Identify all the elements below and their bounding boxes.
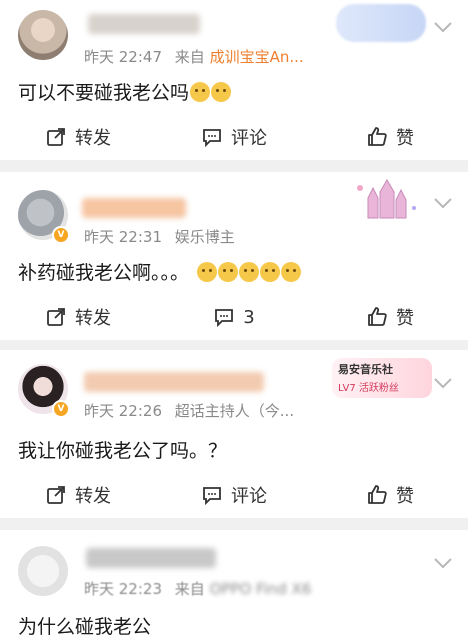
comment-actions: 转发 3 赞 (0, 294, 468, 340)
comment-text: 为什么碰我老公 (18, 616, 152, 638)
username-blurred[interactable] (84, 372, 264, 392)
timestamp: 昨天 22:47 (84, 48, 162, 66)
like-icon (368, 485, 387, 504)
username-blurred[interactable] (82, 198, 186, 218)
theme-decoration (354, 178, 420, 222)
repost-icon (47, 128, 65, 146)
fan-badge[interactable]: 易安音乐社 LV7 活跃粉丝 (332, 358, 432, 398)
username-blurred[interactable] (88, 14, 200, 34)
comment-meta: 昨天 22:23 来自 OPPO Find X6 (84, 578, 311, 599)
comment-button[interactable]: 3 (156, 294, 312, 340)
like-icon (368, 307, 387, 326)
repost-button[interactable]: 转发 (0, 472, 156, 518)
comment-icon (215, 309, 234, 328)
comment-card-1: 昨天 22:47 来自 成训宝宝An... 可以不要碰我老公吗 转发 评论 赞 (0, 0, 468, 160)
source-name[interactable]: 成训宝宝An... (210, 48, 304, 66)
like-button[interactable]: 赞 (312, 472, 468, 518)
smile-emoji-icon (197, 262, 218, 282)
comment-text: 补药碰我老公啊。。。 (18, 258, 302, 285)
timestamp: 昨天 22:23 (84, 580, 162, 598)
comment-meta: 昨天 22:47 来自 成训宝宝An... (84, 46, 304, 67)
pleading-emoji-icon (211, 82, 232, 102)
username-blurred[interactable] (86, 548, 216, 568)
comment-card-2: V 昨天 22:31 娱乐博主 补药碰我老公啊。。。 转发 3 赞 (0, 172, 468, 340)
comment-actions: 转发 评论 赞 (0, 472, 468, 518)
comment-card-4: 昨天 22:23 来自 OPPO Find X6 为什么碰我老公 (0, 530, 468, 640)
user-title: 娱乐博主 (174, 228, 235, 246)
comment-text: 我让你碰我老公了吗。？ (18, 440, 228, 462)
castle-decoration-icon (357, 179, 416, 219)
comment-count: 3 (243, 306, 255, 328)
comment-text: 可以不要碰我老公吗 (18, 78, 232, 105)
like-icon (368, 127, 387, 146)
smile-emoji-icon (239, 262, 260, 282)
fan-club-name: 易安音乐社 (338, 363, 393, 376)
like-button[interactable]: 赞 (312, 114, 468, 160)
source-prefix: 来自 (174, 580, 205, 598)
comment-button[interactable]: 评论 (156, 114, 312, 160)
crying-emoji-icon (190, 82, 211, 102)
comment-actions: 转发 评论 赞 (0, 114, 468, 160)
timestamp: 昨天 22:31 (84, 228, 162, 246)
smile-emoji-icon (281, 262, 302, 282)
chevron-down-icon[interactable] (432, 196, 454, 210)
theme-decoration (336, 4, 426, 42)
like-button[interactable]: 赞 (312, 294, 468, 340)
repost-icon (47, 308, 65, 326)
comment-icon (203, 487, 221, 506)
chevron-down-icon[interactable] (432, 556, 454, 570)
repost-icon (47, 486, 65, 504)
chevron-down-icon[interactable] (432, 376, 454, 390)
chevron-down-icon[interactable] (432, 20, 454, 34)
avatar[interactable] (18, 10, 68, 60)
fan-level: LV7 活跃粉丝 (338, 383, 399, 394)
avatar[interactable] (18, 546, 68, 596)
repost-button[interactable]: 转发 (0, 294, 156, 340)
repost-button[interactable]: 转发 (0, 114, 156, 160)
comment-button[interactable]: 评论 (156, 472, 312, 518)
comment-meta: 昨天 22:31 娱乐博主 (84, 226, 235, 247)
comment-icon (203, 129, 221, 148)
smile-emoji-icon (260, 262, 281, 282)
comment-card-3: V 易安音乐社 LV7 活跃粉丝 昨天 22:26 超话主持人（今... 我让你… (0, 350, 468, 518)
source-name[interactable]: OPPO Find X6 (210, 580, 312, 598)
source-prefix: 来自 (174, 48, 205, 66)
user-title: 超话主持人（今... (174, 402, 295, 420)
verified-badge-icon: V (52, 226, 70, 244)
comment-meta: 昨天 22:26 超话主持人（今... (84, 400, 294, 421)
verified-badge-icon: V (52, 400, 70, 418)
timestamp: 昨天 22:26 (84, 402, 162, 420)
smile-emoji-icon (218, 262, 239, 282)
